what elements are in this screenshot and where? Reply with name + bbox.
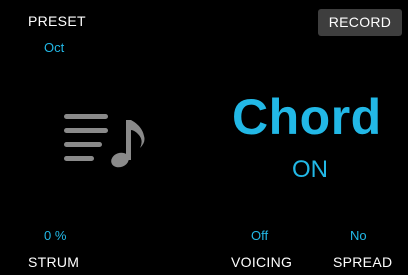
preset-label[interactable]: PRESET bbox=[28, 13, 86, 29]
voicing-value[interactable]: Off bbox=[251, 228, 268, 243]
record-button[interactable]: RECORD bbox=[318, 9, 402, 36]
spread-label: SPREAD bbox=[333, 254, 393, 270]
preset-value[interactable]: Oct bbox=[44, 40, 64, 55]
screen: { "preset": { "label": "PRESET", "value"… bbox=[0, 0, 408, 275]
mode-state[interactable]: ON bbox=[292, 158, 328, 182]
mode-title[interactable]: Chord bbox=[232, 92, 382, 142]
strum-label: STRUM bbox=[28, 254, 80, 270]
spread-value[interactable]: No bbox=[350, 228, 367, 243]
strum-value[interactable]: 0 % bbox=[44, 228, 66, 243]
chord-notes-icon bbox=[62, 110, 154, 176]
voicing-label: VOICING bbox=[231, 254, 293, 270]
